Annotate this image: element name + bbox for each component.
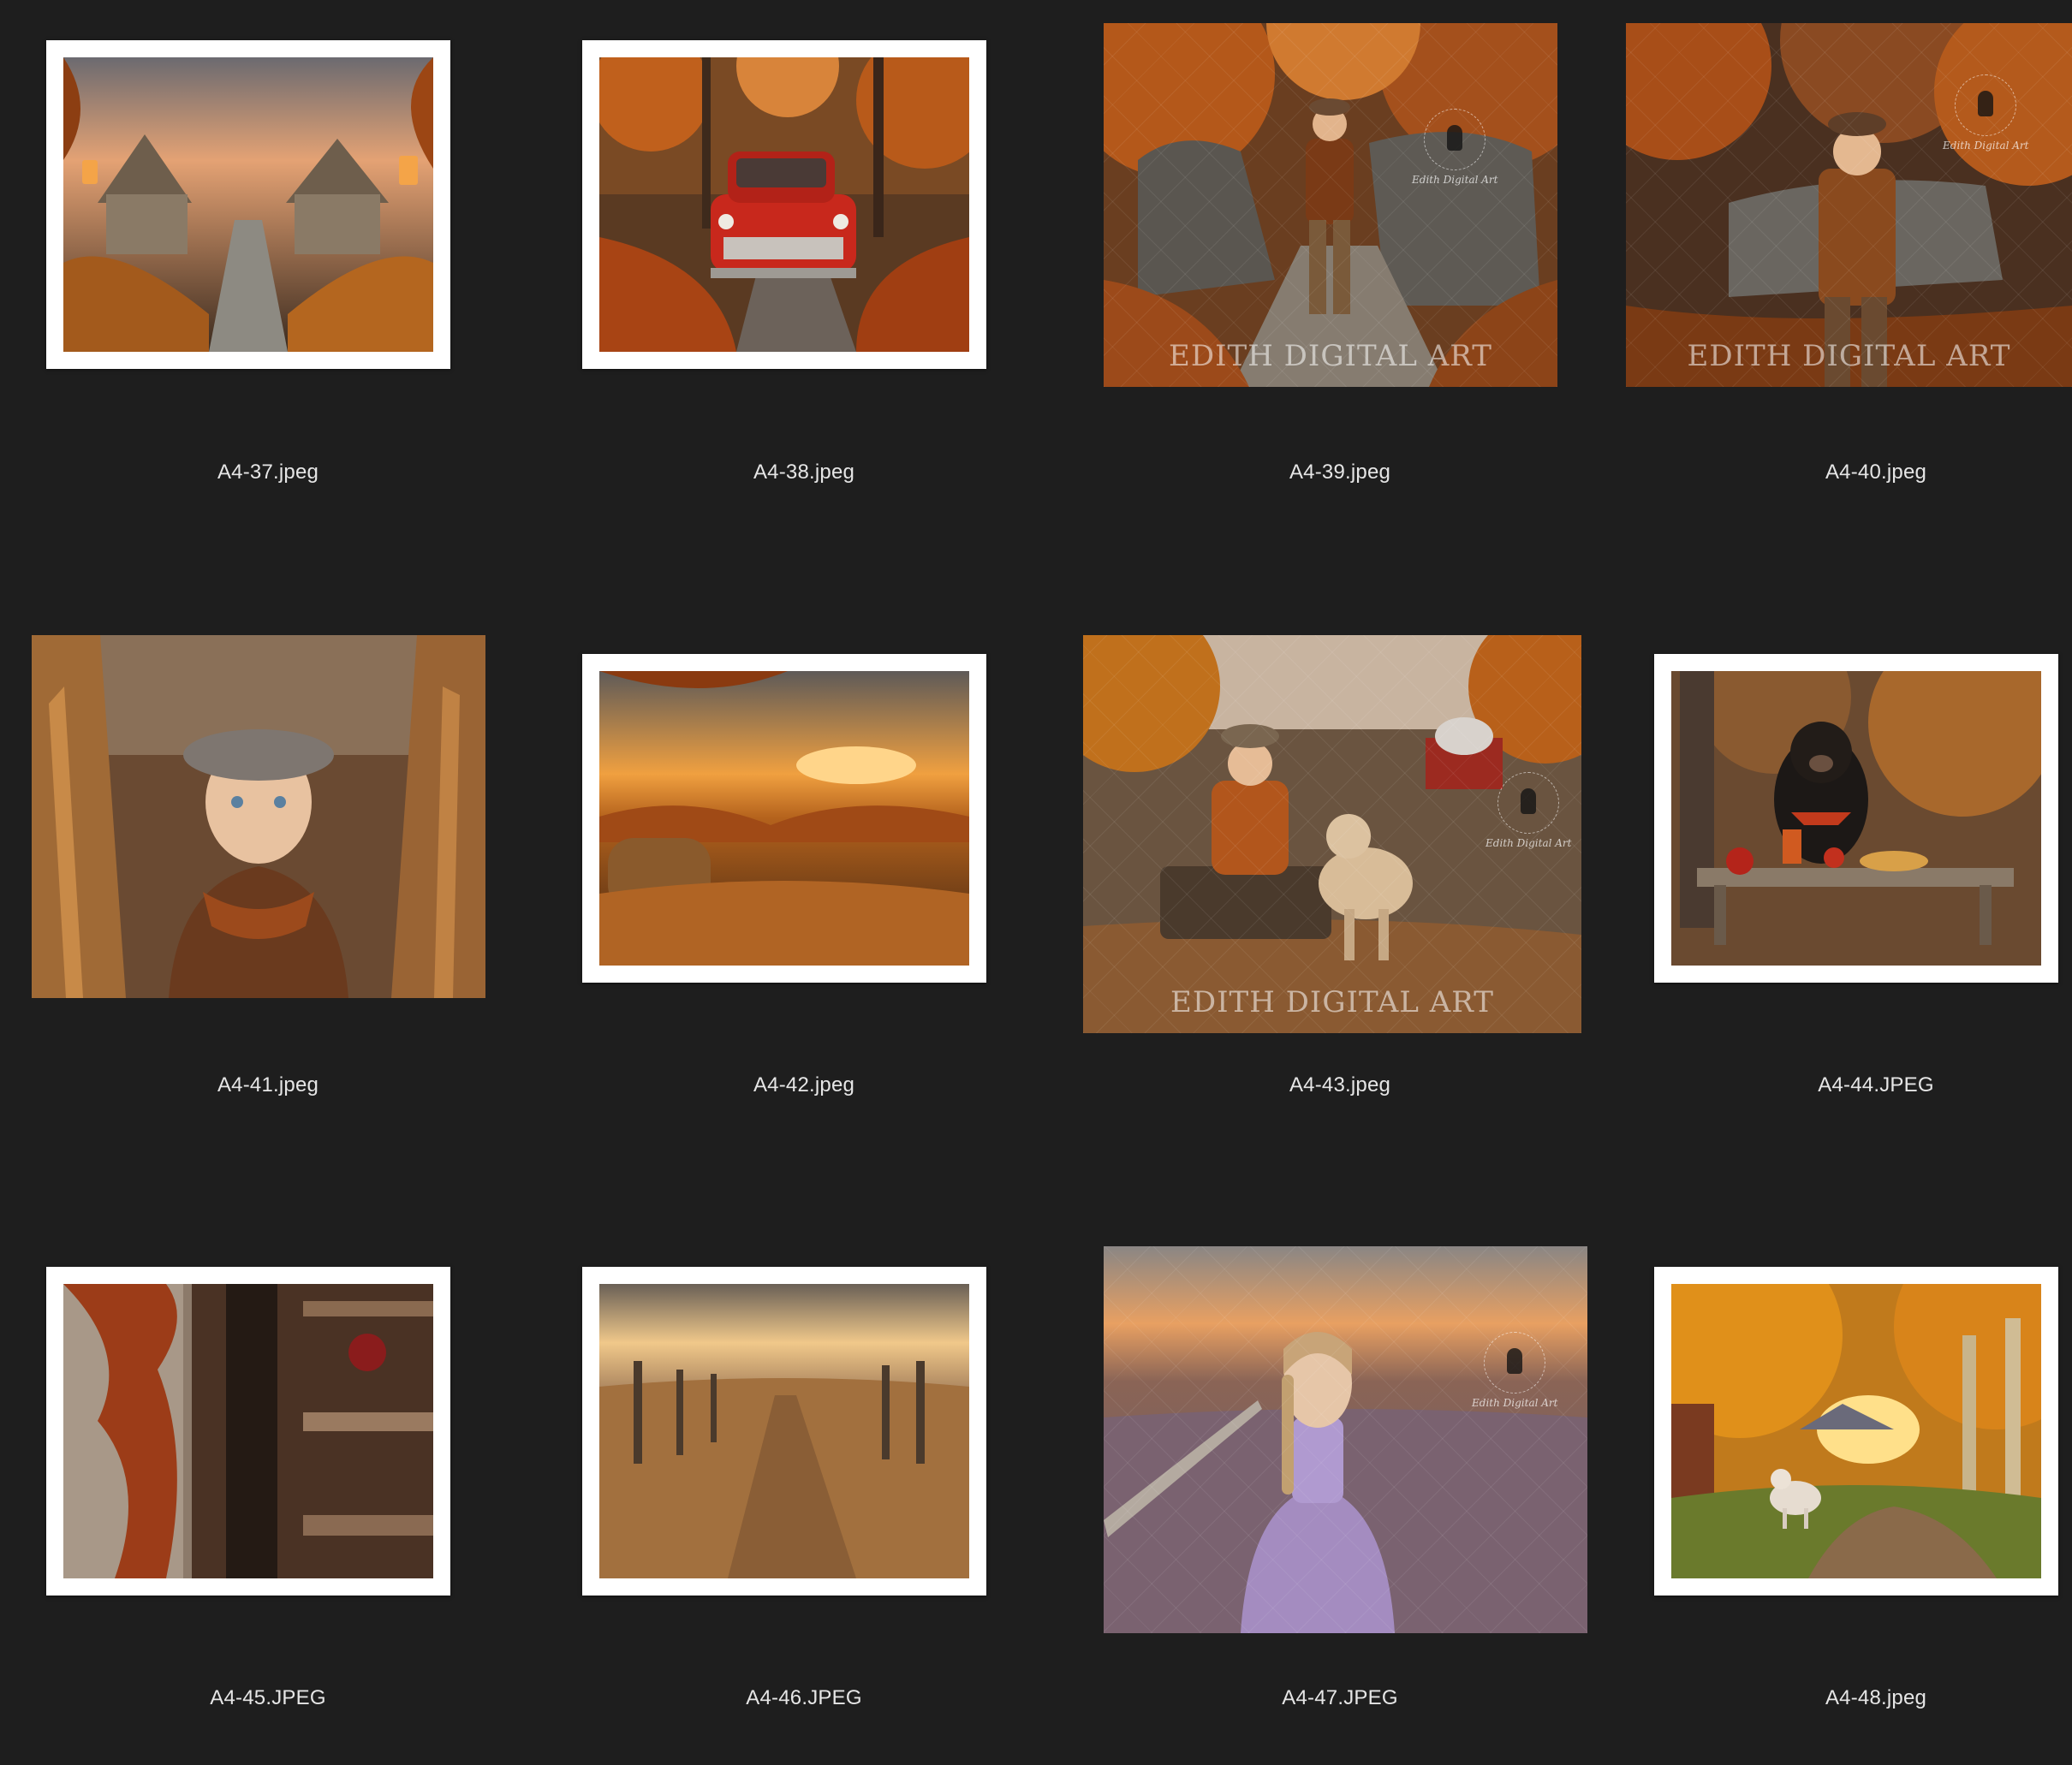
watermark-logo: Edith Digital Art bbox=[1486, 772, 1571, 849]
watermark-logo: Edith Digital Art bbox=[1412, 109, 1497, 186]
file-tile[interactable]: A4-37.jpeg bbox=[0, 0, 536, 531]
file-tile[interactable]: A4-48.jpeg bbox=[1608, 1147, 2072, 1765]
file-thumbnail[interactable]: Edith Digital Art bbox=[1104, 1246, 1587, 1633]
file-name[interactable]: A4-39.jpeg bbox=[1072, 460, 1608, 485]
file-thumbnail[interactable] bbox=[582, 654, 986, 983]
file-thumbnail[interactable]: Edith Digital Art EDITH DIGITAL ART bbox=[1626, 23, 2072, 387]
watermark-text: EDITH DIGITAL ART bbox=[1687, 339, 2011, 373]
file-tile[interactable]: A4-45.JPEG bbox=[0, 1147, 536, 1765]
file-name[interactable]: A4-46.JPEG bbox=[536, 1685, 1072, 1711]
file-tile[interactable]: Edith Digital Art EDITH DIGITAL ART A4-4… bbox=[1608, 0, 2072, 531]
file-thumbnail[interactable] bbox=[1654, 1267, 2058, 1596]
file-thumbnail[interactable] bbox=[582, 1267, 986, 1596]
file-thumbnail[interactable] bbox=[46, 1267, 450, 1596]
watermark-logo: Edith Digital Art bbox=[1472, 1332, 1557, 1409]
file-tile[interactable]: Edith Digital Art EDITH DIGITAL ART A4-4… bbox=[1072, 531, 1608, 1147]
file-thumbnail[interactable] bbox=[1654, 654, 2058, 983]
file-tile[interactable]: A4-38.jpeg bbox=[536, 0, 1072, 531]
file-tile[interactable]: A4-42.jpeg bbox=[536, 531, 1072, 1147]
file-thumbnail[interactable] bbox=[46, 40, 450, 369]
watermark-pattern bbox=[1104, 1246, 1587, 1633]
file-tile[interactable]: A4-44.JPEG bbox=[1608, 531, 2072, 1147]
file-grid: A4-37.jpeg A4-38.jpeg Edith Digital Art … bbox=[0, 0, 2072, 1765]
file-thumbnail[interactable]: Edith Digital Art EDITH DIGITAL ART bbox=[1083, 635, 1581, 1033]
file-name[interactable]: A4-38.jpeg bbox=[536, 460, 1072, 485]
watermark-text: EDITH DIGITAL ART bbox=[1169, 339, 1492, 373]
file-tile[interactable]: A4-46.JPEG bbox=[536, 1147, 1072, 1765]
watermark-text: EDITH DIGITAL ART bbox=[1170, 985, 1494, 1019]
file-thumbnail[interactable] bbox=[582, 40, 986, 369]
file-name[interactable]: A4-37.jpeg bbox=[0, 460, 536, 485]
file-name[interactable]: A4-44.JPEG bbox=[1608, 1073, 2072, 1098]
file-name[interactable]: A4-47.JPEG bbox=[1072, 1685, 1608, 1711]
file-name[interactable]: A4-40.jpeg bbox=[1608, 460, 2072, 485]
watermark-logo: Edith Digital Art bbox=[1943, 74, 2028, 152]
file-name[interactable]: A4-48.jpeg bbox=[1608, 1685, 2072, 1711]
file-thumbnail[interactable]: Edith Digital Art EDITH DIGITAL ART bbox=[1104, 23, 1557, 387]
file-name[interactable]: A4-42.jpeg bbox=[536, 1073, 1072, 1098]
file-name[interactable]: A4-45.JPEG bbox=[0, 1685, 536, 1711]
file-tile[interactable]: Edith Digital Art A4-47.JPEG bbox=[1072, 1147, 1608, 1765]
file-name[interactable]: A4-41.jpeg bbox=[0, 1073, 536, 1098]
file-tile[interactable]: A4-41.jpeg bbox=[0, 531, 536, 1147]
watermark-pattern bbox=[1104, 23, 1557, 387]
file-thumbnail[interactable] bbox=[32, 635, 485, 998]
file-tile[interactable]: Edith Digital Art EDITH DIGITAL ART A4-3… bbox=[1072, 0, 1608, 531]
file-name[interactable]: A4-43.jpeg bbox=[1072, 1073, 1608, 1098]
